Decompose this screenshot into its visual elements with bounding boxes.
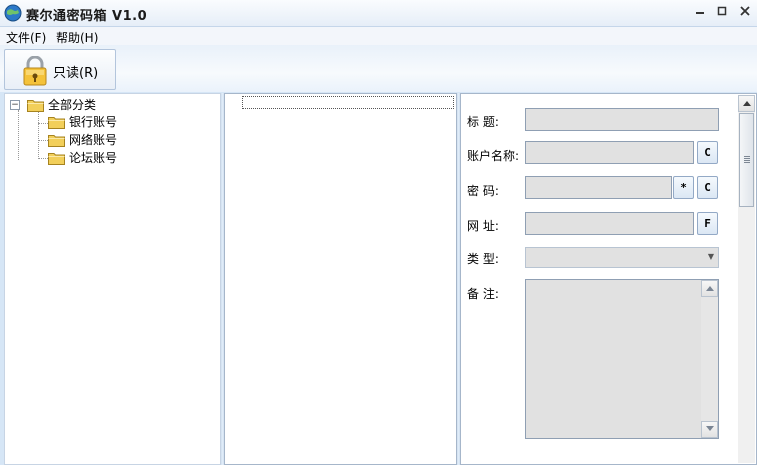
tree-item-label: 银行账号 <box>69 115 118 129</box>
tree-item-bank-accounts[interactable]: 银行账号 <box>5 114 215 130</box>
tree-item-label: 网络账号 <box>69 133 118 147</box>
entry-list[interactable] <box>224 93 457 465</box>
detail-scroll-thumb[interactable] <box>739 113 754 207</box>
tree-item-label: 论坛账号 <box>69 151 118 165</box>
notes-scrollbar[interactable] <box>701 280 718 438</box>
readonly-button-label: 只读(R) <box>53 66 99 81</box>
list-focus-rect <box>242 96 454 109</box>
folder-icon <box>48 153 65 165</box>
folder-icon <box>48 117 65 129</box>
title-input[interactable] <box>525 108 719 131</box>
password-label: 密 码: <box>467 184 499 198</box>
folder-icon <box>27 100 44 112</box>
copy-account-button[interactable]: C <box>697 141 718 164</box>
account-name-input[interactable] <box>525 141 694 164</box>
detail-scrollbar[interactable] <box>738 95 755 463</box>
arrow-up-icon <box>742 101 751 106</box>
tree-root-label: 全部分类 <box>48 98 97 112</box>
url-input[interactable] <box>525 212 694 235</box>
close-button[interactable] <box>737 4 753 20</box>
open-url-button[interactable]: F <box>697 212 718 235</box>
lock-icon <box>23 56 47 86</box>
minimize-button[interactable] <box>692 4 708 20</box>
restore-button[interactable] <box>714 4 730 20</box>
notes-scroll-up-button[interactable] <box>701 280 718 297</box>
title-label: 标 题: <box>467 115 499 129</box>
tree-item-forum-accounts[interactable]: 论坛账号 <box>5 150 215 166</box>
notes-textarea[interactable] <box>525 279 719 439</box>
tree-item-network-accounts[interactable]: 网络账号 <box>5 132 215 148</box>
window-title: 赛尔通密码箱 V1.0 <box>26 9 148 24</box>
close-icon <box>740 6 750 16</box>
minimize-icon <box>696 12 704 14</box>
type-label: 类 型: <box>467 252 499 266</box>
password-input[interactable] <box>525 176 672 199</box>
category-tree[interactable]: − 全部分类 银行账号 网络账号 论坛账号 <box>4 93 221 465</box>
copy-password-button[interactable]: C <box>697 176 718 199</box>
account-name-label: 账户名称: <box>467 149 520 163</box>
entry-details: 标 题: 账户名称: C 密 码: * C 网 址: F 类 型: ▼ 备 注: <box>460 93 757 465</box>
show-password-button[interactable]: * <box>673 176 694 199</box>
restore-icon <box>717 6 727 16</box>
notes-label: 备 注: <box>467 287 499 301</box>
tree-root-category[interactable]: − 全部分类 <box>5 97 215 113</box>
menu-file[interactable]: 文件(F) <box>6 29 46 46</box>
grip-icon <box>744 156 750 164</box>
menu-help[interactable]: 帮助(H) <box>56 29 98 46</box>
type-select[interactable]: ▼ <box>525 247 719 268</box>
arrow-down-icon <box>705 426 714 431</box>
title-bar: 赛尔通密码箱 V1.0 <box>0 0 757 27</box>
url-label: 网 址: <box>467 219 499 233</box>
folder-icon <box>48 135 65 147</box>
readonly-button[interactable]: 只读(R) <box>4 49 116 90</box>
app-globe-icon <box>4 4 22 22</box>
detail-scroll-up-button[interactable] <box>738 95 755 112</box>
menu-bar: 文件(F) 帮助(H) <box>0 27 757 45</box>
tree-collapse-icon[interactable]: − <box>10 100 20 110</box>
notes-scroll-down-button[interactable] <box>701 421 718 438</box>
dropdown-arrow-icon: ▼ <box>707 252 714 261</box>
arrow-up-icon <box>705 286 714 291</box>
toolbar: 只读(R) <box>0 45 757 92</box>
